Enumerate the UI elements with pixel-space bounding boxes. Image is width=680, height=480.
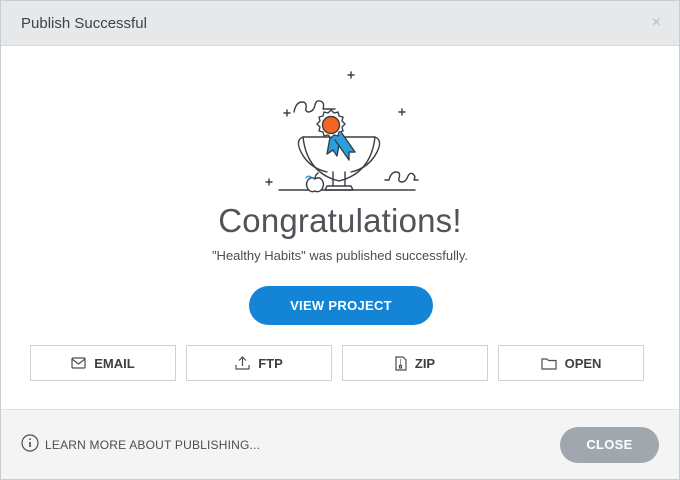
congrats-heading: Congratulations!	[218, 202, 462, 239]
folder-icon	[540, 357, 557, 370]
trophy-illustration	[257, 68, 427, 194]
envelope-icon	[71, 357, 86, 369]
dialog-title: Publish Successful	[21, 14, 147, 32]
open-button[interactable]: OPEN	[498, 345, 644, 381]
publish-actions: EMAIL FTP ZIP OPEN	[30, 345, 644, 381]
upload-icon	[235, 356, 250, 370]
learn-more-link[interactable]: LEARN MORE ABOUT PUBLISHING...	[21, 434, 560, 455]
zip-file-icon	[395, 355, 407, 371]
email-button-label: EMAIL	[94, 355, 135, 371]
title-bar: Publish Successful ×	[1, 1, 679, 46]
dialog-content: Congratulations! "Healthy Habits" was pu…	[1, 46, 679, 408]
publish-dialog: Publish Successful × Congratulations! "H…	[0, 0, 680, 480]
zip-button[interactable]: ZIP	[342, 345, 488, 381]
view-project-button[interactable]: VIEW PROJECT	[249, 286, 433, 325]
zip-button-label: ZIP	[414, 355, 436, 371]
close-icon[interactable]: ×	[652, 15, 661, 31]
email-button[interactable]: EMAIL	[30, 345, 176, 381]
learn-more-label: LEARN MORE ABOUT PUBLISHING...	[45, 437, 261, 452]
open-button-label: OPEN	[564, 355, 602, 371]
publish-message: "Healthy Habits" was published successfu…	[211, 248, 469, 263]
ftp-button[interactable]: FTP	[186, 345, 332, 381]
dialog-footer: LEARN MORE ABOUT PUBLISHING... CLOSE	[1, 409, 679, 479]
close-button[interactable]: CLOSE	[560, 426, 659, 463]
info-icon	[21, 434, 39, 455]
ftp-button-label: FTP	[258, 355, 283, 371]
